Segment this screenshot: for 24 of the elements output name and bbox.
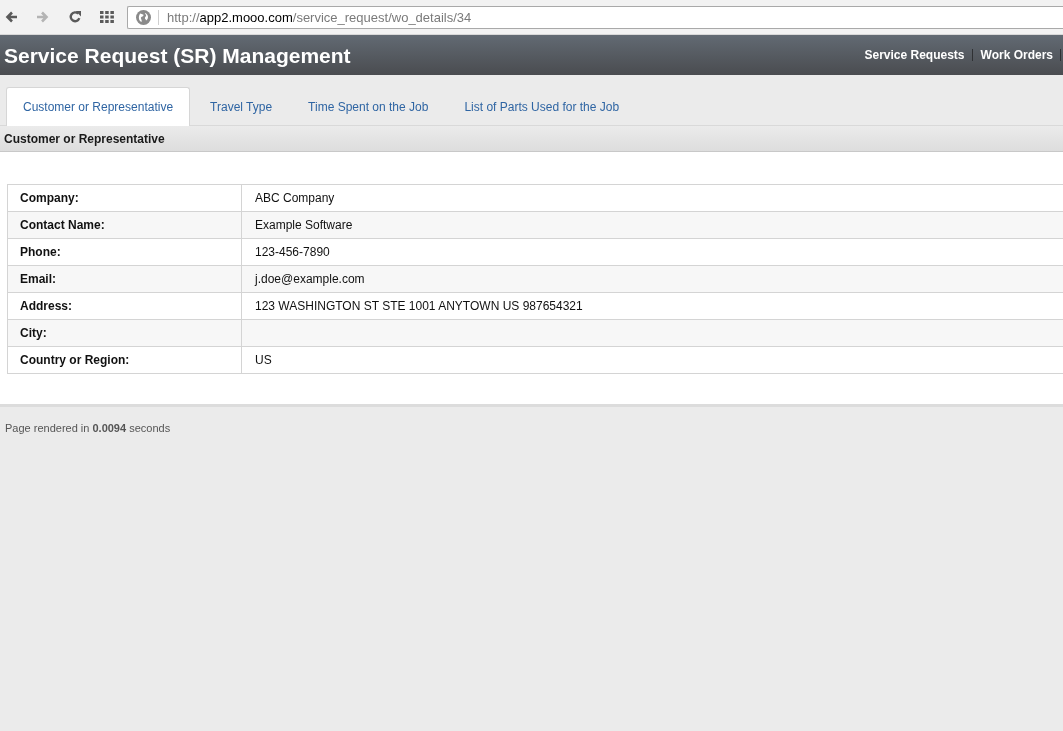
- field-label: Address:: [7, 292, 242, 320]
- tab[interactable]: Customer or Representative: [6, 87, 191, 126]
- render-time-text: Page rendered in 0.0094 seconds: [5, 421, 172, 436]
- apps-grid-icon: [100, 10, 114, 24]
- tab[interactable]: Time Spent on the Job: [292, 87, 445, 126]
- nav-link[interactable]: Work Orders: [972, 49, 1053, 61]
- field-label: Contact Name:: [7, 211, 242, 239]
- back-arrow-icon: [4, 10, 18, 24]
- app-title: Service Request (SR) Management: [4, 44, 351, 66]
- address-bar[interactable]: http://app2.mooo.com/service_request/wo_details/34: [127, 5, 1063, 29]
- field-label: Country or Region:: [7, 346, 242, 374]
- url-text: http://app2.mooo.com/service_request/wo_details/34: [167, 10, 472, 24]
- tab[interactable]: Travel Type: [194, 87, 289, 126]
- reload-icon: [68, 10, 82, 24]
- field-label: Company:: [7, 184, 242, 212]
- field-label: Phone:: [7, 238, 242, 266]
- tab[interactable]: List of Parts Used for the Job: [448, 87, 636, 126]
- globe-icon: [136, 9, 151, 25]
- nav-link[interactable]: Service Requests: [856, 49, 965, 61]
- section-title: Customer or Representative: [4, 130, 165, 148]
- field-label: Email:: [7, 265, 242, 293]
- field-value: ABC Company: [241, 184, 1063, 212]
- field-label: City:: [7, 319, 242, 347]
- forward-arrow-icon: [36, 10, 50, 24]
